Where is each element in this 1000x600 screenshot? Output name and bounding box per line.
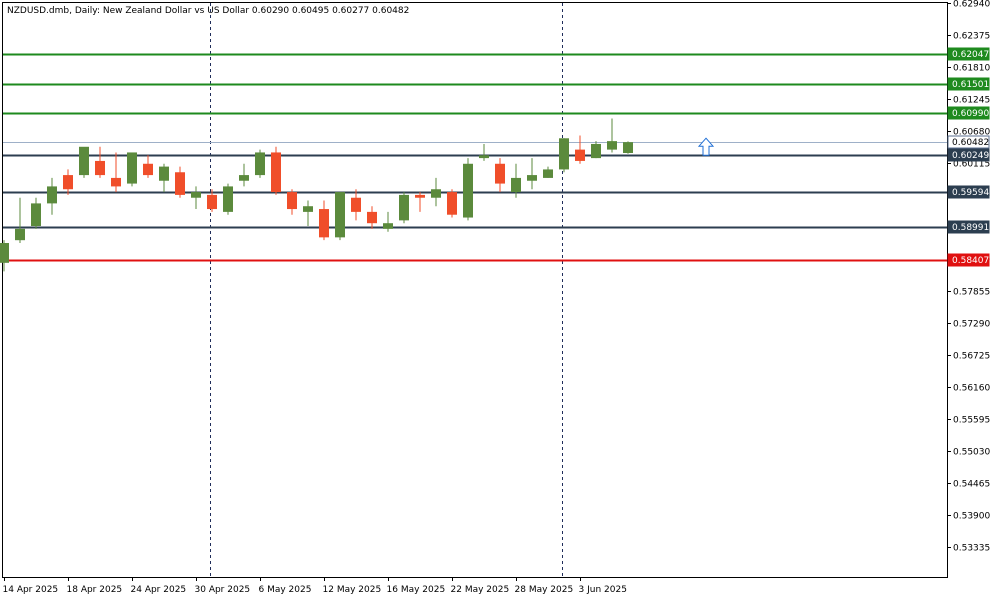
y-tick-label: 0.62940 xyxy=(953,0,990,10)
price-tag-stop-level: 0.58407 xyxy=(947,253,990,267)
y-tick-label: 0.55595 xyxy=(953,416,990,426)
candle xyxy=(255,149,265,178)
candle-body xyxy=(607,141,617,150)
candle-body xyxy=(287,192,297,210)
x-tick-label: 16 May 2025 xyxy=(387,585,446,595)
candle-body xyxy=(511,177,521,193)
candle xyxy=(127,152,137,187)
candle-body xyxy=(63,175,73,190)
candle-body xyxy=(591,143,601,159)
price-tag-label: 0.60990 xyxy=(952,109,989,119)
candle-body xyxy=(575,149,585,161)
candle-body xyxy=(143,163,153,176)
price-chart[interactable]: NZDUSD.dmb, Daily: New Zealand Dollar vs… xyxy=(0,0,1000,600)
candle xyxy=(271,146,281,195)
candle xyxy=(447,189,457,218)
candle-body xyxy=(0,243,9,263)
candle-body xyxy=(127,152,137,184)
price-tag-support-3: 0.58991 xyxy=(947,220,990,234)
candle xyxy=(223,183,233,215)
chart-background xyxy=(0,0,1000,600)
price-tag-label: 0.58407 xyxy=(952,256,989,266)
y-tick-label: 0.53335 xyxy=(953,544,990,554)
x-tick-label: 28 May 2025 xyxy=(515,585,574,595)
candle-body xyxy=(383,223,393,229)
candle xyxy=(559,138,569,173)
candle-body xyxy=(207,194,217,210)
x-tick-label: 30 Apr 2025 xyxy=(195,585,251,595)
y-tick-label: 0.56160 xyxy=(953,384,990,394)
y-tick-label: 0.53900 xyxy=(953,512,990,522)
candle-body xyxy=(543,169,553,178)
candle xyxy=(335,192,345,241)
price-tag-support-2: 0.59594 xyxy=(947,185,990,199)
candle-body xyxy=(159,166,169,181)
price-tag-label: 0.62047 xyxy=(952,50,989,60)
candle xyxy=(463,158,473,221)
x-tick-label: 22 May 2025 xyxy=(451,585,510,595)
candle xyxy=(623,141,633,154)
price-tag-label: 0.58991 xyxy=(952,223,989,233)
x-tick-label: 3 Jun 2025 xyxy=(579,585,627,595)
x-tick-label: 14 Apr 2025 xyxy=(3,585,59,595)
candle-body xyxy=(79,146,89,176)
price-tag-resistance-1: 0.60990 xyxy=(947,106,990,120)
price-tag-resistance-2: 0.61501 xyxy=(947,77,990,91)
candle-body xyxy=(431,189,441,198)
y-tick-label: 0.57855 xyxy=(953,288,990,298)
candle-body xyxy=(303,206,313,212)
candle-body xyxy=(351,197,361,212)
price-tag-label: 0.60482 xyxy=(952,138,989,148)
candle-body xyxy=(111,177,121,187)
candle-body xyxy=(31,203,41,227)
y-tick-label: 0.62375 xyxy=(953,32,990,42)
price-tag-support-1: 0.60249 xyxy=(947,148,990,162)
candle-body xyxy=(95,160,105,176)
y-tick-label: 0.55030 xyxy=(953,448,990,458)
candle-body xyxy=(255,152,265,176)
price-tag-label: 0.60249 xyxy=(952,151,989,161)
candle-body xyxy=(223,186,233,212)
candle-body xyxy=(271,152,281,193)
candle-body xyxy=(495,163,505,184)
candle-body xyxy=(15,228,25,241)
candle-body xyxy=(47,186,57,204)
y-tick-label: 0.61810 xyxy=(953,64,990,74)
candle-body xyxy=(335,192,345,238)
candle-body xyxy=(367,211,377,224)
candle-body xyxy=(399,194,409,221)
candle-body xyxy=(447,192,457,215)
candle xyxy=(79,146,89,178)
x-tick-label: 24 Apr 2025 xyxy=(131,585,187,595)
candle-body xyxy=(623,142,633,154)
x-tick-label: 6 May 2025 xyxy=(259,585,312,595)
candle-body xyxy=(239,175,249,181)
candle-body xyxy=(191,192,201,198)
y-tick-label: 0.57290 xyxy=(953,320,990,330)
candle-body xyxy=(479,155,489,159)
candle-body xyxy=(463,163,473,218)
x-tick-label: 12 May 2025 xyxy=(323,585,382,595)
candle-body xyxy=(319,209,329,238)
candle xyxy=(399,192,409,224)
y-tick-label: 0.61245 xyxy=(953,96,990,106)
price-tags: 0.62047 0.61501 0.60990 0.60482 0.60249 0.595… xyxy=(947,47,990,267)
candle-body xyxy=(559,138,569,170)
y-tick-label: 0.54465 xyxy=(953,480,990,490)
price-tag-label: 0.59594 xyxy=(952,188,989,198)
candle-body xyxy=(527,175,537,181)
x-tick-label: 18 Apr 2025 xyxy=(67,585,123,595)
price-tag-current-price: 0.60482 xyxy=(947,135,990,149)
y-tick-label: 0.56725 xyxy=(953,352,990,362)
price-tag-resistance-3: 0.62047 xyxy=(947,47,990,61)
chart-title: NZDUSD.dmb, Daily: New Zealand Dollar vs… xyxy=(7,6,409,16)
candle-body xyxy=(175,172,185,195)
candle-body xyxy=(415,194,425,198)
price-tag-label: 0.61501 xyxy=(952,80,989,90)
